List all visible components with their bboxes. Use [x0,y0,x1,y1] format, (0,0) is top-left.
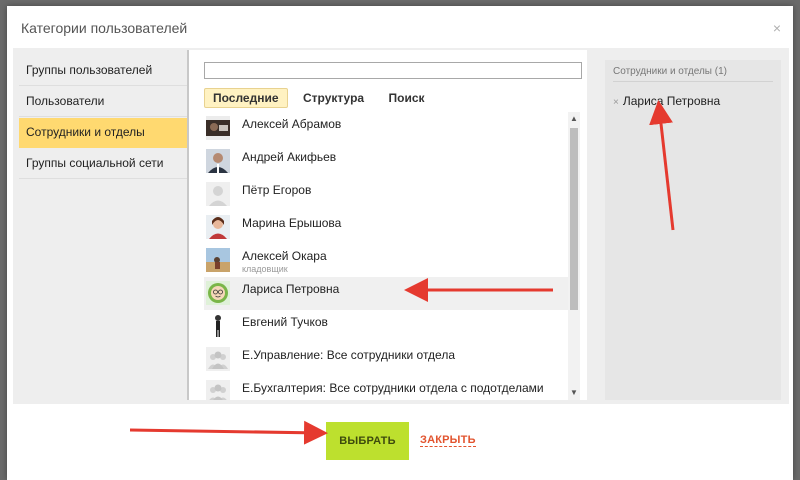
nav-item-user-groups[interactable]: Группы пользователей [19,56,187,86]
figure-avatar [206,314,230,338]
scroll-down-icon[interactable]: ▼ [568,386,580,400]
list-item[interactable]: Алексей Абрамов [204,112,568,145]
scroll-thumb[interactable] [570,128,578,310]
picker-tabs: Последние Структура Поиск [204,88,436,108]
user-list: Алексей Абрамов Андрей Акифьев Пётр Егор… [204,112,568,400]
group-icon [206,380,230,400]
department-name: Е.Управление: Все сотрудники отдела [242,348,455,362]
scroll-up-icon[interactable]: ▲ [568,112,580,126]
department-name: Е.Бухгалтерия: Все сотрудники отдела с п… [242,381,544,395]
user-position: кладовщик [242,264,288,274]
user-name: Евгений Тучков [242,315,328,329]
close-icon[interactable]: × [773,20,781,36]
search-input[interactable] [204,62,582,79]
tab-structure[interactable]: Структура [294,88,373,108]
select-button[interactable]: ВЫБРАТЬ [326,422,409,460]
selected-item-name: Лариса Петровна [622,94,721,108]
photo-landscape-avatar [206,248,230,272]
cartoon-avatar [206,281,230,305]
user-picker-panel: Последние Структура Поиск Алексей Абрамо… [187,50,587,400]
dialog-title: Категории пользователей [21,20,188,36]
user-name: Алексей Окара [242,249,327,263]
user-name: Андрей Акифьев [242,150,337,164]
tab-search[interactable]: Поиск [380,88,434,108]
photo-dark-avatar [206,116,230,140]
photo-woman-avatar [206,215,230,239]
selected-item: × Лариса Петровна [613,94,720,108]
user-name: Марина Ерышова [242,216,342,230]
photo-man-avatar [206,149,230,173]
list-item[interactable]: Пётр Егоров [204,178,568,211]
list-item[interactable]: Алексей Окара кладовщик [204,244,568,277]
list-item[interactable]: Е.Управление: Все сотрудники отдела [204,343,568,376]
user-name: Алексей Абрамов [242,117,342,131]
group-icon [206,347,230,371]
dialog-body: Группы пользователей Пользователи Сотруд… [13,48,789,404]
default-user-icon [206,182,230,206]
remove-icon[interactable]: × [613,97,619,108]
user-name: Пётр Егоров [242,183,312,197]
list-item[interactable]: Марина Ерышова [204,211,568,244]
selected-panel: Сотрудники и отделы (1) × Лариса Петровна [605,60,781,400]
nav-item-users[interactable]: Пользователи [19,87,187,117]
nav-item-employees-departments[interactable]: Сотрудники и отделы [19,118,187,148]
tab-recent[interactable]: Последние [204,88,288,108]
list-item[interactable]: Лариса Петровна [204,277,568,310]
list-item[interactable]: Евгений Тучков [204,310,568,343]
close-link[interactable]: ЗАКРЫТЬ [420,434,476,447]
list-item[interactable]: Е.Бухгалтерия: Все сотрудники отдела с п… [204,376,568,400]
list-scrollbar[interactable]: ▲ ▼ [568,112,580,400]
list-item[interactable]: Андрей Акифьев [204,145,568,178]
nav-item-social-groups[interactable]: Группы социальной сети [19,149,187,179]
user-name: Лариса Петровна [242,282,340,296]
category-nav: Группы пользователей Пользователи Сотруд… [19,56,187,180]
selected-panel-title: Сотрудники и отделы (1) [613,66,773,82]
user-categories-dialog: Категории пользователей × Группы пользов… [7,6,793,480]
